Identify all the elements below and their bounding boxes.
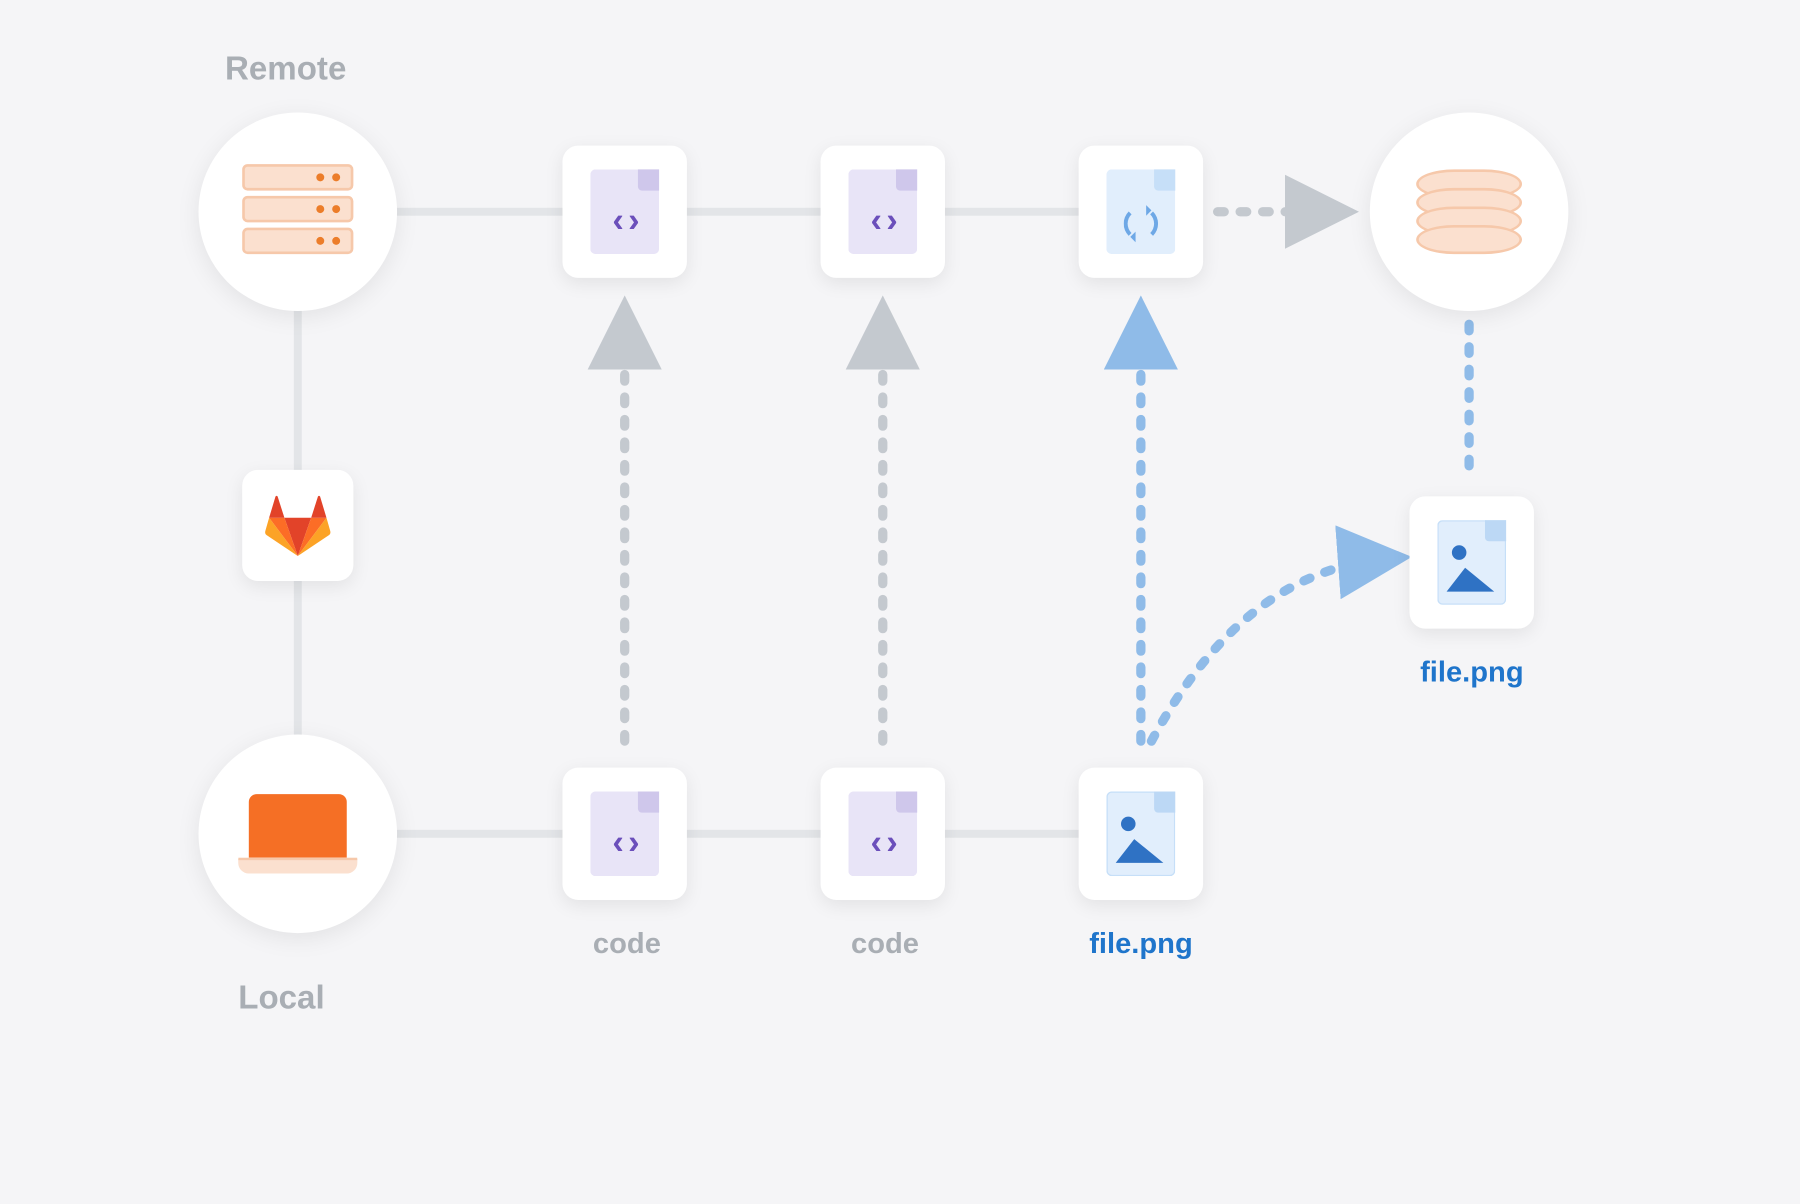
server-icon (242, 164, 353, 259)
code-file-icon: ‹ › (848, 791, 917, 876)
database-icon (1416, 169, 1522, 254)
node-remote-code-1: ‹ › (562, 146, 686, 278)
label-remote: Remote (225, 50, 346, 88)
node-gitlab (242, 470, 353, 581)
lfs-flow-diagram: Remote Local ‹ › ‹ › file.png (0, 0, 1800, 1204)
image-file-icon (1106, 791, 1175, 876)
caption-code-1: code (593, 926, 661, 960)
code-file-icon: ‹ › (590, 169, 659, 254)
gitlab-icon (263, 491, 332, 560)
node-local-code-1: ‹ › (562, 768, 686, 900)
node-remote-database (1370, 112, 1569, 311)
connector-local-row (357, 830, 1125, 838)
laptop-icon (238, 794, 357, 873)
node-local-file (1079, 768, 1203, 900)
caption-local-file: file.png (1089, 926, 1193, 960)
node-remote-sync (1079, 146, 1203, 278)
code-file-icon: ‹ › (848, 169, 917, 254)
code-file-icon: ‹ › (590, 791, 659, 876)
caption-lfs-file: file.png (1420, 655, 1524, 689)
image-file-icon (1437, 520, 1506, 605)
label-local: Local (238, 979, 324, 1017)
connector-remote-row (357, 208, 1098, 216)
caption-code-2: code (851, 926, 919, 960)
node-remote-code-2: ‹ › (821, 146, 945, 278)
node-local-laptop (199, 735, 398, 934)
node-remote-server (199, 112, 398, 311)
sync-file-icon (1106, 169, 1175, 254)
node-lfs-file (1410, 496, 1534, 628)
node-local-code-2: ‹ › (821, 768, 945, 900)
